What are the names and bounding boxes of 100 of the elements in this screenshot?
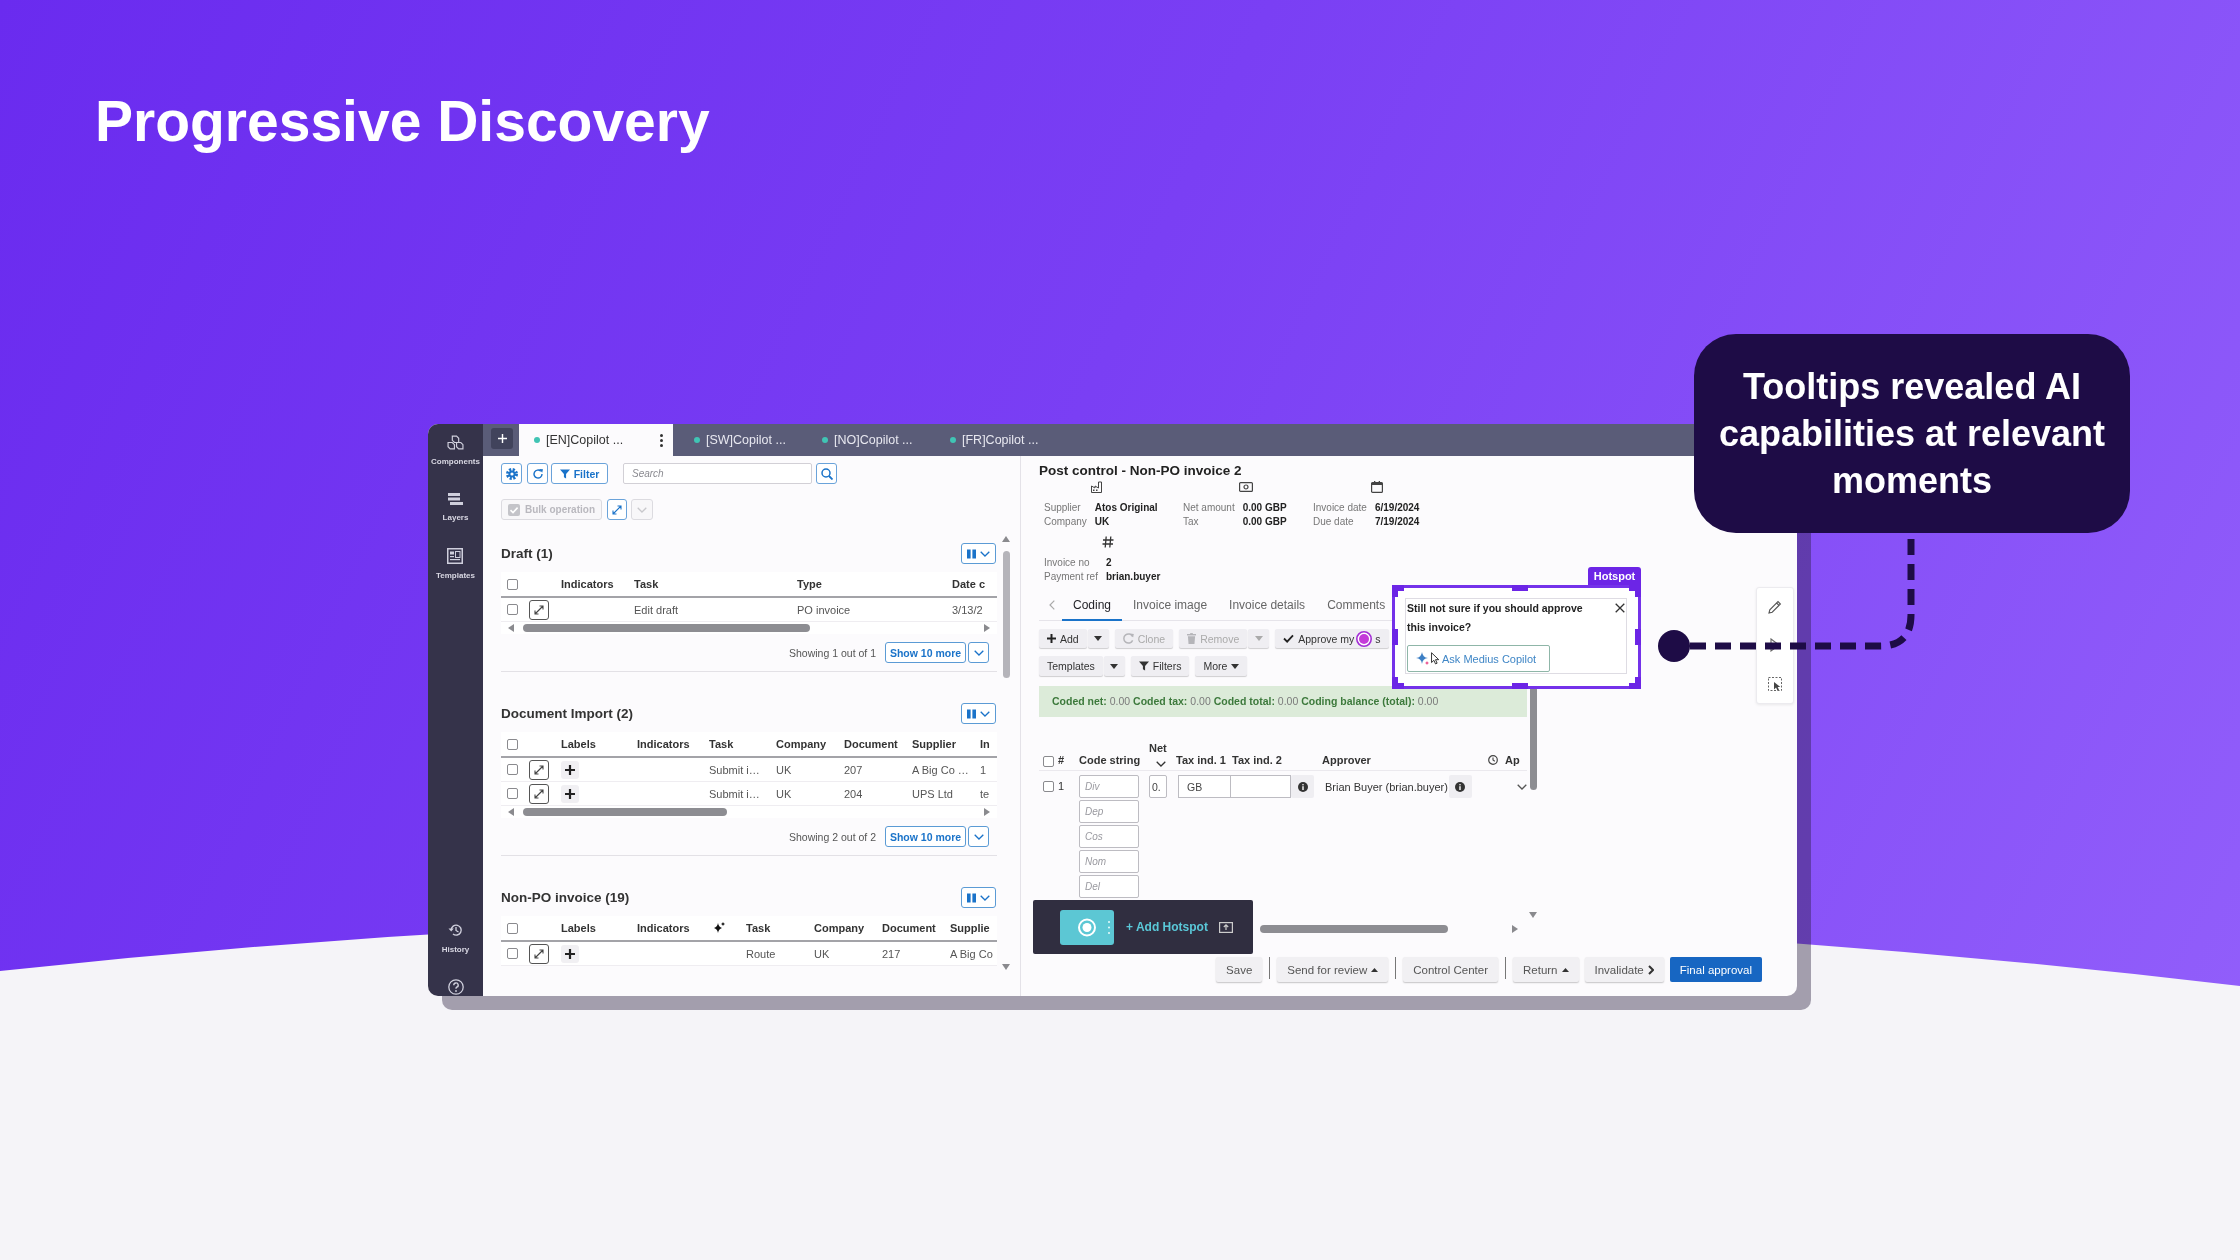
column-header[interactable]: Company	[776, 738, 827, 750]
info-button[interactable]	[1291, 775, 1314, 798]
column-header[interactable]: Task	[746, 922, 771, 934]
column-header[interactable]: Company	[814, 922, 865, 934]
scroll-right-arrow-icon[interactable]	[984, 624, 990, 632]
footer-button[interactable]: Save	[1216, 957, 1263, 982]
dropdown-caret-button[interactable]	[1103, 656, 1125, 676]
column-header[interactable]: Type	[797, 578, 822, 590]
sidebar-item[interactable]: History	[441, 922, 470, 955]
document-tab[interactable]: [EN]Copilot ...	[519, 424, 673, 456]
net-field[interactable]: 0.	[1149, 775, 1167, 798]
code-field[interactable]: Cos	[1079, 825, 1139, 848]
detail-tab[interactable]: Coding	[1062, 590, 1123, 621]
code-field[interactable]: Div	[1079, 775, 1139, 798]
document-tab[interactable]: [FR]Copilot ...	[929, 424, 1057, 456]
search-button[interactable]	[816, 463, 837, 484]
toolbar-button[interactable]: Templates	[1039, 656, 1103, 676]
filter-button[interactable]: Filter	[551, 463, 608, 484]
scroll-down-arrow-icon[interactable]	[1002, 964, 1010, 970]
checkbox[interactable]	[507, 764, 518, 775]
scrollbar-thumb[interactable]	[1260, 925, 1448, 933]
resize-handle[interactable]	[1635, 629, 1641, 645]
scroll-left-arrow-icon[interactable]	[508, 808, 514, 816]
new-tab-button[interactable]	[491, 428, 513, 449]
sidebar-item[interactable]: Layers	[442, 492, 469, 523]
checkbox[interactable]	[507, 604, 518, 615]
resize-handle[interactable]	[1512, 683, 1528, 689]
toolbar-button[interactable]: Filters	[1130, 656, 1190, 676]
tax-field[interactable]	[1230, 775, 1291, 798]
pencil-icon[interactable]	[1768, 600, 1782, 615]
add-label-button[interactable]	[561, 784, 579, 803]
resize-handle[interactable]	[1629, 677, 1641, 689]
code-field[interactable]: Nom	[1079, 850, 1139, 873]
show-more-button[interactable]: Show 10 more	[885, 642, 966, 663]
column-header[interactable]: Task	[634, 578, 659, 590]
tax-code-field[interactable]: GB	[1178, 775, 1230, 798]
scroll-up-arrow-icon[interactable]	[1002, 536, 1010, 542]
expand-button[interactable]	[607, 499, 627, 520]
sidebar-item[interactable]: Templates	[436, 548, 475, 581]
columns-button[interactable]	[961, 887, 996, 908]
checkbox[interactable]	[1043, 756, 1054, 767]
hotspot-frame[interactable]: Still not sure if you should approve this invoice? Ask Medius Copilot	[1392, 585, 1641, 689]
scroll-down-arrow-icon[interactable]	[1529, 912, 1537, 918]
column-header[interactable]: Labels	[561, 738, 596, 750]
scrollbar-thumb[interactable]	[523, 624, 810, 632]
dropdown-button[interactable]	[968, 642, 989, 663]
column-header[interactable]: In	[980, 738, 990, 750]
upload-box-icon[interactable]	[1218, 921, 1233, 933]
add-label-button[interactable]	[561, 760, 579, 779]
document-tab[interactable]: [SW]Copilot ...	[673, 424, 801, 456]
column-header[interactable]: Indicators	[561, 578, 614, 590]
column-header[interactable]: Supplier	[912, 738, 956, 750]
refresh-button[interactable]	[527, 463, 548, 484]
column-header[interactable]: Date c	[952, 578, 986, 590]
dropdown-button[interactable]	[968, 826, 989, 847]
expand-button[interactable]	[529, 599, 549, 620]
select-area-icon[interactable]	[1768, 676, 1782, 691]
checkbox[interactable]	[507, 788, 518, 799]
add-label-button[interactable]	[561, 944, 579, 963]
footer-button[interactable]: Invalidate	[1584, 957, 1664, 982]
scrollbar-thumb[interactable]	[1002, 551, 1010, 678]
code-field[interactable]: Del	[1079, 875, 1139, 898]
column-header[interactable]: Task	[709, 738, 734, 750]
footer-button[interactable]: Control Center	[1403, 957, 1498, 982]
detail-tab[interactable]: Invoice details	[1218, 590, 1317, 621]
checkbox[interactable]	[507, 578, 518, 590]
triangle-icon[interactable]	[1770, 638, 1780, 653]
scroll-left-arrow-icon[interactable]	[508, 624, 514, 632]
column-header[interactable]: Indicators	[637, 738, 690, 750]
search-field[interactable]: Search	[623, 463, 812, 484]
footer-button[interactable]: Return	[1513, 957, 1579, 982]
dropdown-caret-button[interactable]	[1087, 629, 1109, 648]
ask-copilot-button[interactable]: Ask Medius Copilot	[1407, 645, 1550, 672]
column-header[interactable]: Document	[844, 738, 898, 750]
checkbox[interactable]	[507, 738, 518, 750]
show-more-button[interactable]: Show 10 more	[885, 826, 966, 847]
toolbar-button[interactable]: More	[1195, 656, 1248, 676]
toolbar-button[interactable]: Add	[1039, 629, 1087, 648]
checkbox[interactable]	[507, 948, 518, 959]
toolbar-button[interactable]: Approve my s	[1275, 629, 1389, 648]
columns-button[interactable]	[961, 543, 996, 564]
scrollbar-thumb[interactable]	[523, 808, 727, 816]
document-tab[interactable]: [NO]Copilot ...	[801, 424, 929, 456]
column-header[interactable]: Document	[882, 922, 936, 934]
ring-tile-icon[interactable]	[1060, 909, 1114, 945]
scrollbar-thumb[interactable]	[1529, 686, 1537, 790]
expand-button[interactable]	[529, 759, 549, 780]
footer-button[interactable]: Send for review	[1277, 957, 1389, 982]
column-header[interactable]: Labels	[561, 922, 596, 934]
hotspot-marker-icon[interactable]	[1356, 630, 1373, 647]
add-hotspot-button[interactable]: + Add Hotspot	[1126, 920, 1208, 934]
expand-button[interactable]	[529, 943, 549, 964]
info-button[interactable]	[1448, 775, 1472, 798]
scroll-right-arrow-icon[interactable]	[984, 808, 990, 816]
help-icon[interactable]	[447, 979, 464, 995]
column-header[interactable]: Indicators	[637, 922, 690, 934]
checkbox[interactable]	[1043, 781, 1054, 792]
detail-tab[interactable]: Invoice image	[1122, 590, 1219, 621]
resize-handle[interactable]	[1512, 585, 1528, 591]
checkbox[interactable]	[507, 922, 518, 934]
